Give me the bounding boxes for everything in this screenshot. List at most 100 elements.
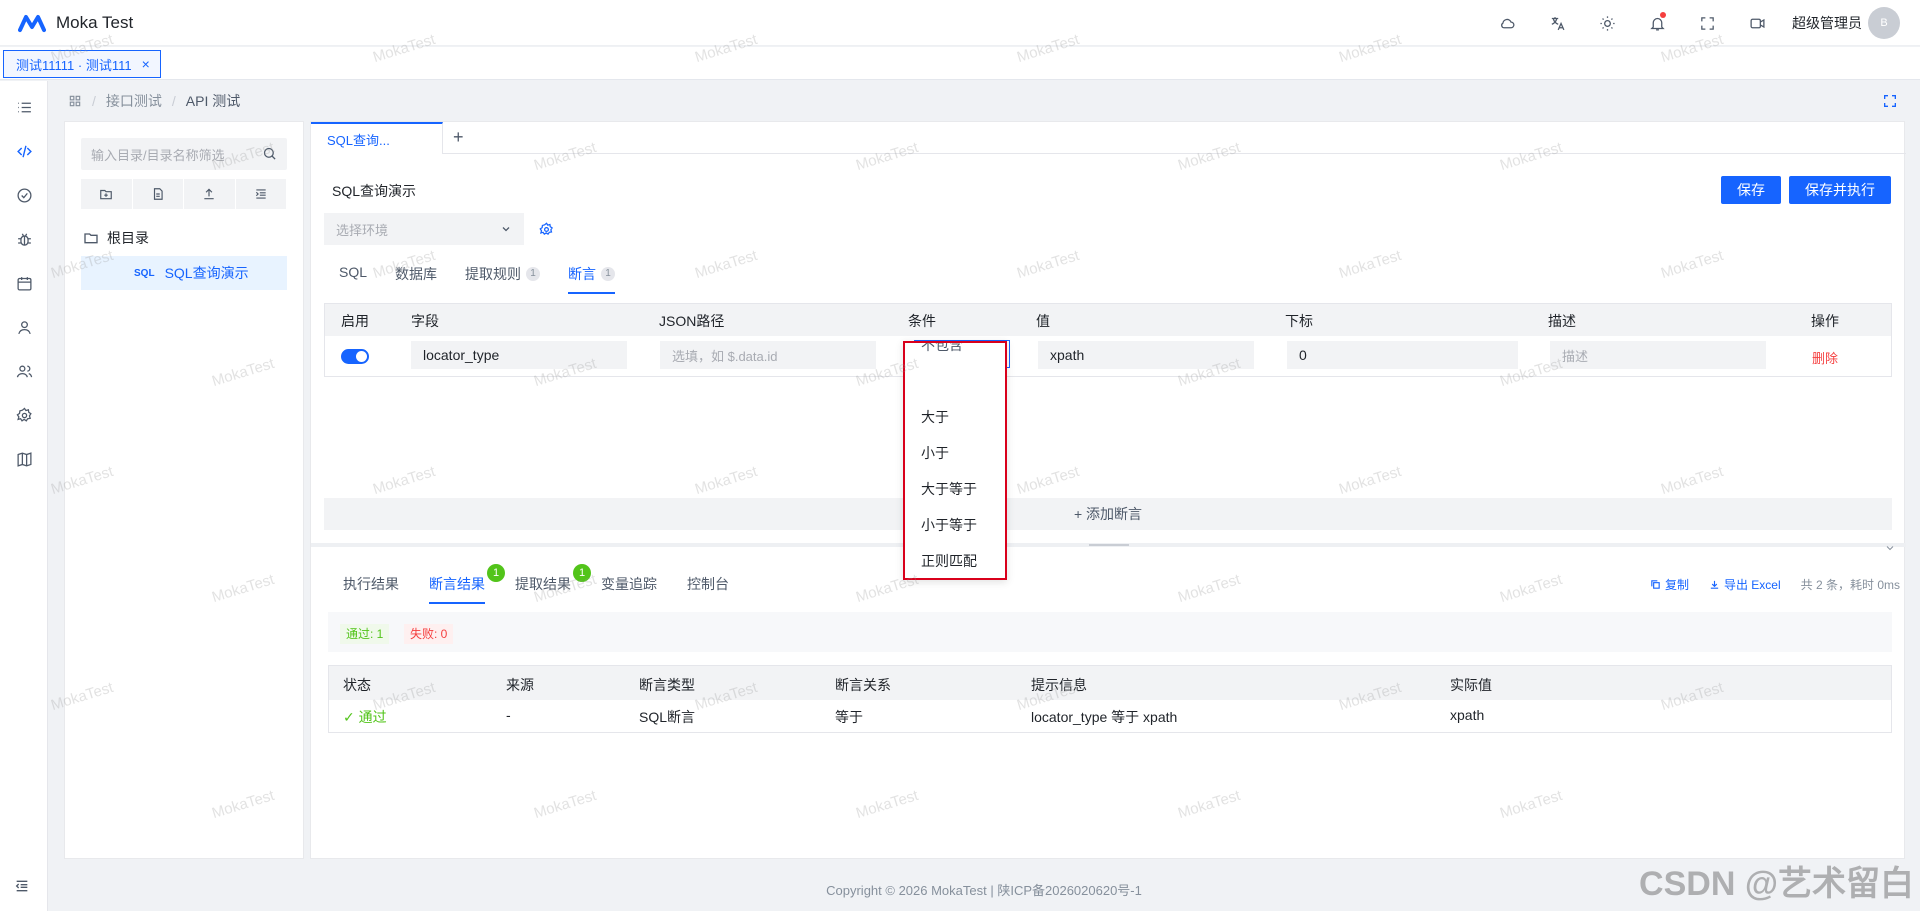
dropdown-option[interactable]: 小于 [921, 443, 949, 463]
cloud-icon[interactable] [1490, 6, 1524, 40]
tab-exec-result[interactable]: 执行结果 [343, 574, 399, 604]
assertion-row: locator_type 选填，如 $.data.id 等于 xpath 0 描… [325, 336, 1891, 376]
type-cell: SQL断言 [639, 709, 696, 725]
upload-icon [204, 188, 214, 200]
add-tab-button[interactable]: + [453, 127, 464, 148]
enable-toggle[interactable] [341, 349, 369, 364]
dropdown-option[interactable]: 大于等于 [921, 479, 977, 499]
breadcrumb-current: API 测试 [185, 93, 241, 109]
message-cell: locator_type 等于 xpath [1031, 709, 1178, 725]
index-input[interactable]: 0 [1287, 341, 1518, 369]
assertion-table-header: 启用 字段 JSON路径 条件 值 下标 描述 操作 [325, 304, 1891, 336]
close-icon[interactable]: × [142, 56, 150, 72]
pass-count-tag: 通过: 1 [340, 624, 390, 644]
tab-label: 控制台 [687, 576, 729, 592]
tab-label: 数据库 [395, 266, 438, 282]
tree-search-input[interactable]: 输入目录/目录名称筛选 [81, 138, 287, 170]
new-folder-button[interactable] [81, 179, 133, 209]
menu-list-icon[interactable] [14, 97, 34, 117]
tab-variable-trace[interactable]: 变量追踪 [601, 574, 657, 604]
dropdown-option[interactable]: 正则匹配 [921, 551, 977, 571]
apps-grid-icon[interactable] [68, 94, 82, 108]
dropdown-option[interactable]: 小于等于 [921, 515, 977, 535]
page-tag-active[interactable]: 测试11111 · 测试111 × [3, 50, 161, 78]
json-path-input[interactable]: 选填，如 $.data.id [660, 341, 876, 369]
relation-cell: 等于 [835, 709, 863, 725]
status-badge: ✓ 通过 [343, 709, 387, 725]
dropdown-option-not-contains[interactable]: 不包含 [921, 343, 963, 355]
environment-select[interactable]: 选择环境 [324, 213, 524, 245]
panel-splitter[interactable] [311, 543, 1906, 547]
search-icon[interactable] [262, 146, 277, 161]
splitter-grip[interactable] [1089, 544, 1129, 546]
save-and-run-button[interactable]: 保存并执行 [1789, 176, 1891, 204]
download-icon [1710, 580, 1719, 589]
field-input[interactable]: locator_type [411, 341, 627, 369]
bell-icon[interactable] [1640, 6, 1674, 40]
tree-node-sql-demo[interactable]: SQL SQL查询演示 [81, 256, 287, 290]
copy-icon [1651, 580, 1660, 589]
add-assertion-button[interactable]: + 添加断言 [324, 498, 1892, 530]
theme-icon[interactable] [1590, 6, 1624, 40]
json-path-placeholder: 选填，如 $.data.id [672, 348, 778, 364]
video-icon[interactable] [1740, 6, 1774, 40]
side-rail [0, 81, 48, 911]
result-summary: 共 2 条，耗时 0ms [1800, 578, 1900, 592]
tab-sql[interactable]: SQL [339, 264, 367, 294]
import-button[interactable] [184, 179, 236, 209]
tab-label: 执行结果 [343, 576, 399, 592]
tree-root-folder[interactable]: 根目录 [83, 228, 149, 248]
check-circle-icon[interactable] [14, 185, 34, 205]
copy-button[interactable]: 复制 [1650, 576, 1689, 593]
condition-dropdown: 不包含 大于 小于 大于等于 小于等于 正则匹配 [903, 341, 1007, 580]
users-icon[interactable] [14, 361, 34, 381]
tab-database[interactable]: 数据库 [395, 264, 437, 294]
col-status: 状态 [343, 677, 371, 693]
export-excel-button[interactable]: 导出 Excel [1709, 576, 1781, 593]
settings-gear-icon[interactable] [14, 405, 34, 425]
environment-settings-icon[interactable] [539, 222, 554, 237]
col-action: 操作 [1811, 313, 1839, 329]
dropdown-option[interactable]: 大于 [921, 407, 949, 427]
request-name: SQL查询演示 [332, 183, 417, 199]
fullscreen-icon[interactable] [1690, 6, 1724, 40]
calendar-icon[interactable] [14, 273, 34, 293]
avatar[interactable]: B [1868, 7, 1900, 39]
request-tab-label: SQL查询... [327, 132, 390, 148]
tree-search-placeholder: 输入目录/目录名称筛选 [91, 147, 225, 163]
breadcrumb-item[interactable]: 接口测试 [106, 91, 162, 111]
translate-icon[interactable] [1540, 6, 1574, 40]
bug-icon[interactable] [14, 229, 34, 249]
tab-extract-rules[interactable]: 提取规则 1 [465, 264, 541, 294]
collapse-tree-button[interactable] [235, 179, 287, 209]
tab-extract-result[interactable]: 提取结果 1 [515, 564, 591, 604]
save-button[interactable]: 保存 [1721, 176, 1781, 204]
book-icon[interactable] [14, 449, 34, 469]
value-input[interactable]: xpath [1038, 341, 1254, 369]
moka-logo-icon [18, 14, 46, 32]
user-icon[interactable] [14, 317, 34, 337]
col-source: 来源 [506, 677, 534, 693]
tab-assertions[interactable]: 断言 1 [568, 264, 616, 294]
request-tab-active[interactable]: SQL查询... [311, 122, 443, 154]
count-badge: 1 [487, 564, 505, 582]
logo[interactable]: Moka Test [18, 13, 133, 33]
chevron-down-icon[interactable] [1884, 542, 1896, 554]
delete-link[interactable]: 删除 [1812, 348, 1838, 367]
tab-console[interactable]: 控制台 [687, 574, 729, 604]
environment-placeholder: 选择环境 [336, 222, 389, 238]
top-header: Moka Test 超级管理员 B [0, 0, 1920, 46]
code-icon[interactable] [14, 141, 34, 161]
folder-plus-icon [100, 189, 113, 200]
value-text: xpath [1050, 347, 1085, 363]
expand-icon[interactable] [1882, 93, 1898, 109]
assertion-table: 启用 字段 JSON路径 条件 值 下标 描述 操作 locator_type … [324, 303, 1892, 377]
count-badge: 1 [573, 564, 591, 582]
tab-assertion-result[interactable]: 断言结果 1 [429, 564, 505, 604]
tab-label: 提取规则 [465, 266, 522, 282]
new-file-button[interactable] [132, 179, 184, 209]
description-input[interactable]: 描述 [1550, 341, 1766, 369]
col-condition: 条件 [908, 313, 936, 329]
tab-label: 断言结果 [429, 576, 485, 592]
username[interactable]: 超级管理员 [1792, 13, 1862, 33]
